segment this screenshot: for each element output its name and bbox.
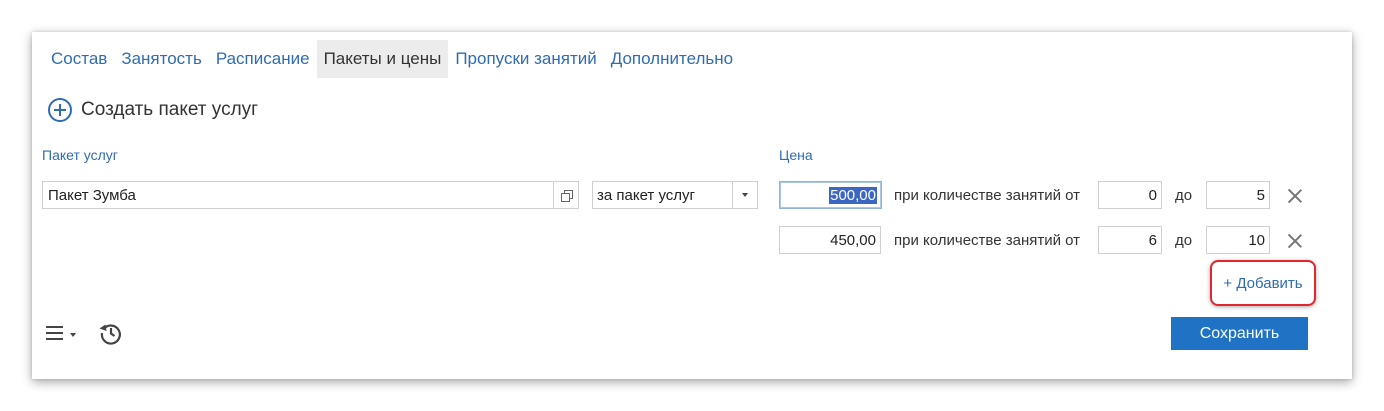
history-icon[interactable] — [98, 320, 124, 346]
pricing-mode-select[interactable]: за пакет услуг — [592, 181, 758, 209]
price-value-1: 500,00 — [829, 186, 877, 204]
from-label-2: при количестве занятий от — [894, 232, 1081, 249]
save-button[interactable]: Сохранить — [1171, 317, 1308, 350]
create-package-label: Создать пакет услуг — [81, 99, 259, 120]
remove-row-1-close-icon[interactable] — [1288, 189, 1302, 203]
tab-occupancy[interactable]: Занятость — [114, 40, 209, 78]
to-label-2: до — [1175, 232, 1193, 249]
price-value-2: 450,00 — [830, 231, 876, 249]
price-input-2[interactable]: 450,00 — [779, 226, 881, 254]
dropdown-arrow-icon[interactable] — [732, 182, 757, 208]
hamburger-menu-icon[interactable] — [46, 322, 76, 344]
price-column-label: Цена — [779, 147, 813, 163]
tab-absences[interactable]: Пропуски занятий — [448, 40, 603, 78]
tab-composition[interactable]: Состав — [44, 40, 114, 78]
from-value-2: 6 — [1148, 231, 1157, 249]
to-input-2[interactable]: 10 — [1206, 226, 1270, 254]
open-external-icon[interactable] — [553, 182, 578, 208]
pricing-mode-value: за пакет услуг — [597, 186, 696, 204]
to-label-1: до — [1175, 187, 1193, 204]
package-name-value: Пакет Зумба — [48, 186, 136, 204]
tab-additional[interactable]: Дополнительно — [604, 40, 740, 78]
add-price-row-link[interactable]: + Добавить — [1210, 260, 1316, 306]
tab-bar: Состав Занятость Расписание Пакеты и цен… — [44, 40, 740, 78]
tab-schedule[interactable]: Расписание — [209, 40, 317, 78]
to-input-1[interactable]: 5 — [1206, 181, 1270, 209]
create-package-button[interactable]: Создать пакет услуг — [48, 98, 258, 122]
tab-packages-prices[interactable]: Пакеты и цены — [316, 40, 449, 78]
from-label-1: при количестве занятий от — [894, 187, 1081, 204]
from-input-2[interactable]: 6 — [1098, 226, 1162, 254]
price-input-1[interactable]: 500,00 — [779, 181, 882, 209]
package-column-label: Пакет услуг — [42, 147, 118, 163]
to-value-2: 10 — [1248, 231, 1265, 249]
package-name-field[interactable]: Пакет Зумба — [42, 181, 579, 209]
to-value-1: 5 — [1256, 186, 1265, 204]
package-prices-panel: Состав Занятость Расписание Пакеты и цен… — [32, 32, 1352, 379]
remove-row-2-close-icon[interactable] — [1288, 234, 1302, 248]
from-value-1: 0 — [1148, 186, 1157, 204]
from-input-1[interactable]: 0 — [1098, 181, 1162, 209]
plus-circle-icon — [48, 98, 72, 122]
